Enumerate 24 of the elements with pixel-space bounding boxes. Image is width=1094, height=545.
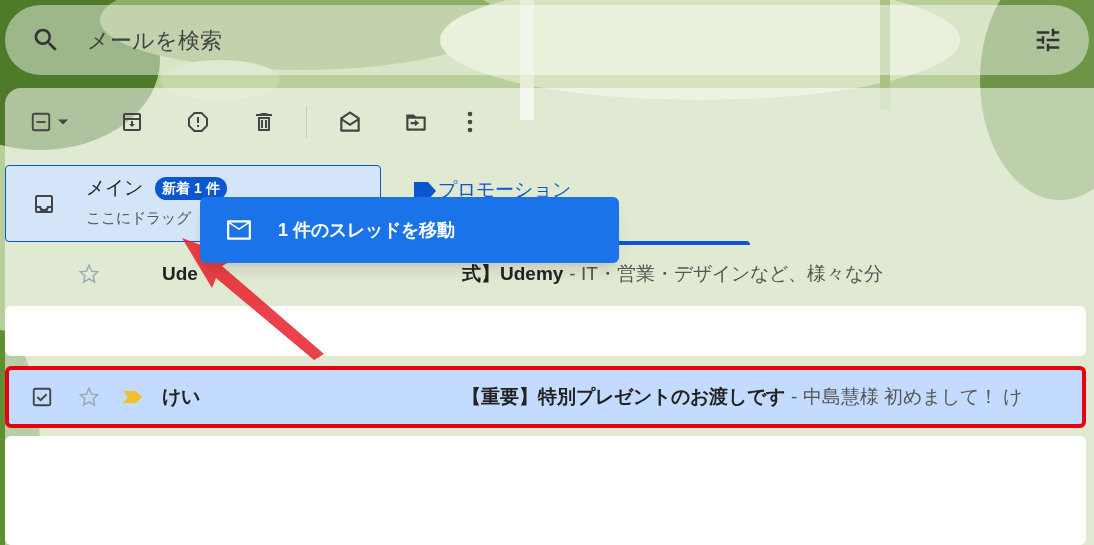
email-subject: 式】Udemy	[462, 261, 564, 286]
email-snippet: - IT・営業・デザインなど、様々な分	[569, 261, 883, 286]
spam-icon[interactable]	[186, 110, 210, 134]
caret-icon[interactable]	[58, 119, 68, 125]
new-count-badge: 新着 1 件	[155, 176, 227, 200]
email-row[interactable]: けい 【重要】特別プレゼントのお渡しです - 中島慧様 初めまして！ け	[5, 366, 1086, 428]
email-row[interactable]: Ude 式】Udemy - IT・営業・デザインなど、様々な分	[5, 246, 1086, 302]
tab-hint: ここにドラッグ	[86, 207, 192, 228]
archive-icon[interactable]	[120, 110, 144, 134]
sender-name: けい	[162, 384, 201, 409]
star-icon[interactable]	[78, 386, 100, 408]
select-all-checkbox[interactable]	[30, 111, 52, 133]
checkbox[interactable]	[31, 386, 53, 408]
star-icon[interactable]	[78, 263, 100, 285]
important-marker-icon[interactable]	[122, 390, 144, 404]
sender-name: Ude	[162, 261, 199, 286]
more-icon[interactable]	[467, 111, 473, 133]
envelope-icon	[226, 219, 252, 241]
inbox-icon	[32, 192, 56, 216]
search-bar[interactable]: メールを検索	[5, 5, 1089, 75]
email-subject: 【重要】特別プレゼントのお渡しです	[462, 384, 785, 409]
email-snippet: - 中島慧様 初めまして！ け	[791, 384, 1023, 409]
open-envelope-icon[interactable]	[337, 109, 363, 135]
search-placeholder[interactable]: メールを検索	[87, 23, 1007, 57]
